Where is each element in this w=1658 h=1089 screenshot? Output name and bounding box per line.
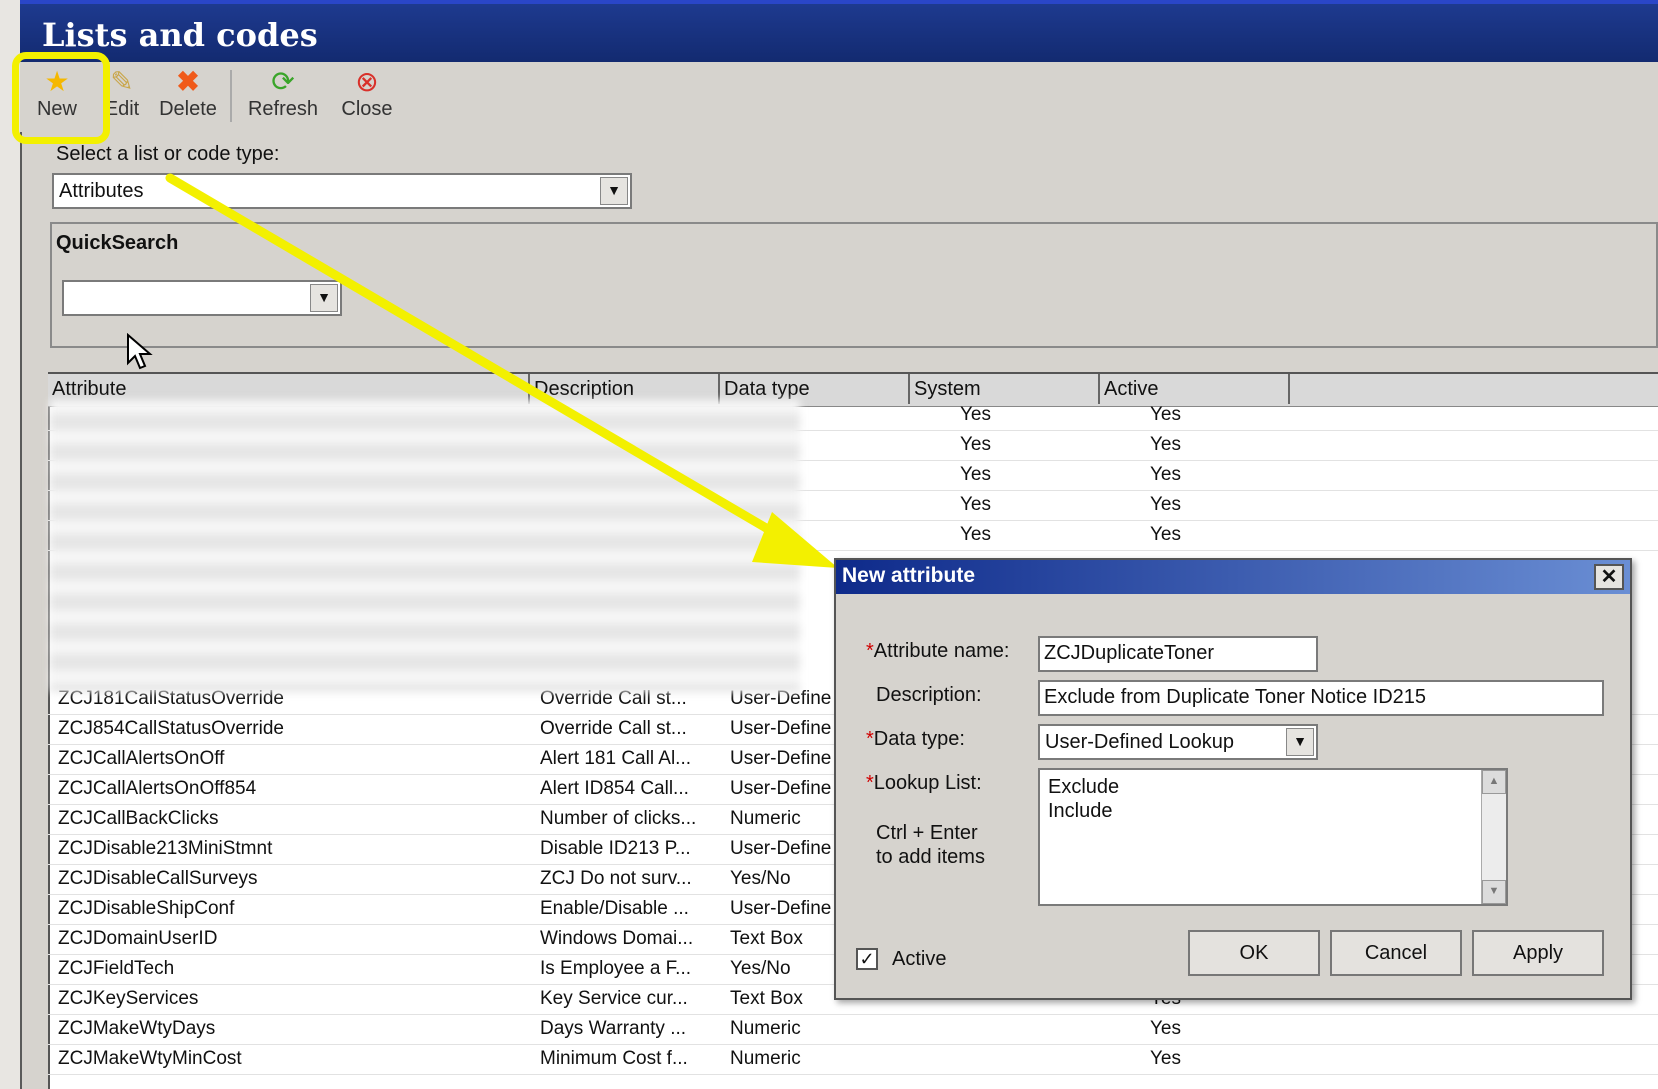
data-type-select[interactable]: User-Defined Lookup ▼ <box>1038 724 1318 760</box>
attribute-name-label: *Attribute name: <box>866 640 1009 663</box>
lookup-scrollbar[interactable]: ▲ ▼ <box>1481 770 1506 904</box>
active-label: Active <box>892 948 947 970</box>
lookup-list-box[interactable]: Exclude Include ▲ ▼ <box>1038 768 1508 906</box>
required-mark: * <box>866 640 874 662</box>
required-mark: * <box>866 772 874 794</box>
data-type-label: *Data type: <box>866 728 965 751</box>
attribute-name-label-text: Attribute name: <box>873 640 1010 662</box>
lookup-list-label-text: Lookup List: <box>873 772 982 794</box>
cancel-button[interactable]: Cancel <box>1330 930 1462 976</box>
active-checkbox[interactable]: ✓ <box>856 948 878 970</box>
attribute-name-input[interactable]: ZCJDuplicateToner <box>1038 636 1318 672</box>
lists-and-codes-window: Lists and codes ★ New ✎ Edit ✖ Delete ⟳ … <box>0 0 1658 1089</box>
dialog-title-bar: New attribute ✕ <box>836 560 1630 594</box>
scroll-down-icon[interactable]: ▼ <box>1482 880 1506 904</box>
new-attribute-dialog: New attribute ✕ *Attribute name: ZCJDupl… <box>834 558 1632 1000</box>
data-type-label-text: Data type: <box>873 728 965 750</box>
hint-line-1: Ctrl + Enter <box>876 822 978 844</box>
chevron-down-icon[interactable]: ▼ <box>1286 728 1314 756</box>
dialog-title: New attribute <box>842 564 976 587</box>
hint-line-2: to add items <box>876 846 985 868</box>
required-mark: * <box>866 728 874 750</box>
scroll-up-icon[interactable]: ▲ <box>1482 770 1506 794</box>
description-label: Description: <box>876 684 982 706</box>
ok-button[interactable]: OK <box>1188 930 1320 976</box>
lookup-list-label: *Lookup List: <box>866 772 982 795</box>
lookup-item[interactable]: Include <box>1048 800 1113 823</box>
data-type-value: User-Defined Lookup <box>1045 731 1234 753</box>
dialog-close-icon[interactable]: ✕ <box>1594 564 1624 590</box>
description-input[interactable]: Exclude from Duplicate Toner Notice ID21… <box>1038 680 1604 716</box>
lookup-item[interactable]: Exclude <box>1048 776 1119 799</box>
apply-button[interactable]: Apply <box>1472 930 1604 976</box>
